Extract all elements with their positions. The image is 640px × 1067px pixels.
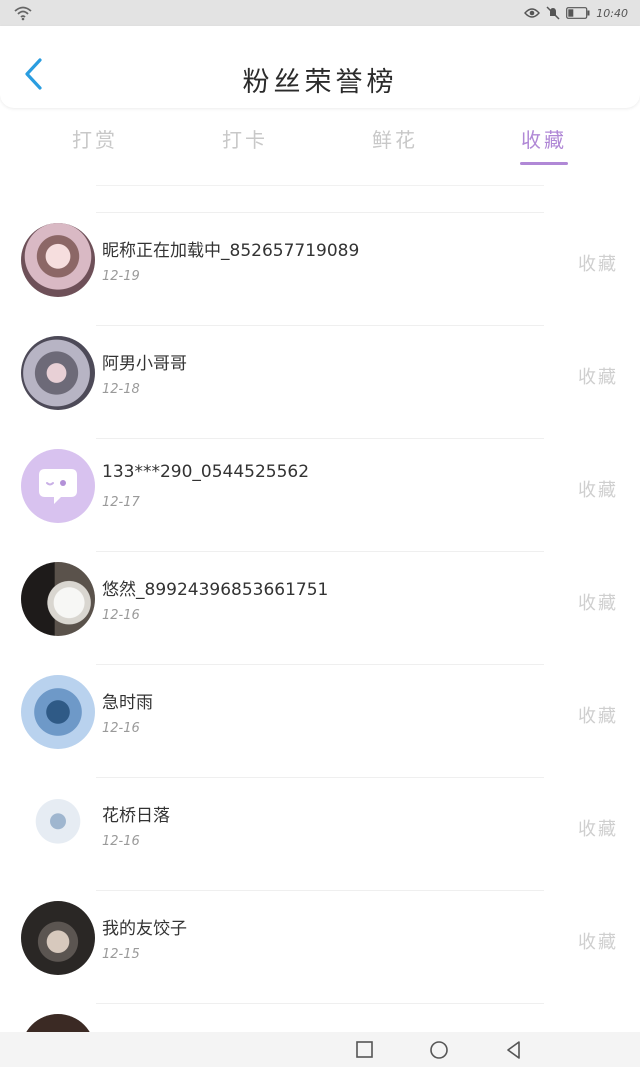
divider [96, 1003, 544, 1004]
status-bar: 10:40 [0, 0, 640, 26]
divider [96, 438, 544, 439]
wifi-icon [14, 6, 32, 21]
tab-favorites[interactable]: 收藏 [499, 124, 589, 153]
mute-bell-icon [546, 6, 560, 20]
fan-name: 我的友饺子 [102, 919, 187, 939]
fan-name: 悠然_89924396853661751 [102, 580, 329, 600]
back-icon[interactable] [503, 1039, 525, 1061]
chat-bubble-avatar [21, 449, 95, 523]
list-item[interactable]: 我的友饺子 12-15 收藏 [0, 890, 640, 1003]
divider [96, 890, 544, 891]
divider [96, 551, 544, 552]
fan-date: 12-16 [102, 608, 140, 623]
chat-bubble-icon [39, 469, 77, 504]
fan-date: 12-17 [102, 495, 140, 510]
list-item[interactable]: 昵称正在加载中_852657719089 12-19 收藏 [0, 212, 640, 325]
list-item[interactable]: 阿男小哥哥 12-18 收藏 [0, 325, 640, 438]
fan-name: 急时雨 [102, 693, 153, 713]
list-item[interactable]: 花桥日落 12-16 收藏 [0, 777, 640, 890]
tab-reward[interactable]: 打赏 [50, 124, 140, 153]
divider [96, 212, 544, 213]
fan-name: 花桥日落 [102, 806, 170, 826]
fan-date: 12-16 [102, 721, 140, 736]
favorite-label[interactable]: 收藏 [578, 589, 618, 615]
fan-date: 12-15 [102, 947, 140, 962]
clock-time: 10:40 [596, 6, 628, 20]
favorite-label[interactable]: 收藏 [578, 476, 618, 502]
tab-checkin[interactable]: 打卡 [200, 124, 290, 153]
divider [96, 777, 544, 778]
anime-girl-avatar [21, 223, 95, 297]
favorite-label[interactable]: 收藏 [578, 363, 618, 389]
divider [96, 664, 544, 665]
fan-name: 阿男小哥哥 [102, 354, 187, 374]
illustration-avatar [21, 788, 95, 862]
system-nav-bar [0, 1032, 640, 1067]
header: 粉丝荣誉榜 [0, 26, 640, 108]
person-photo-avatar [21, 901, 95, 975]
divider [96, 185, 544, 186]
favorite-label[interactable]: 收藏 [578, 250, 618, 276]
page-title: 粉丝荣誉榜 [242, 67, 398, 98]
fan-date: 12-18 [102, 382, 140, 397]
anime-character-avatar [21, 336, 95, 410]
fan-date: 12-19 [102, 269, 140, 284]
dog-photo-avatar [21, 562, 95, 636]
list-item[interactable]: 急时雨 12-16 收藏 [0, 664, 640, 777]
home-icon[interactable] [428, 1039, 450, 1061]
favorite-label[interactable]: 收藏 [578, 702, 618, 728]
tab-flowers[interactable]: 鲜花 [350, 124, 440, 153]
fan-name: 昵称正在加载中_852657719089 [102, 241, 360, 261]
battery-icon [566, 7, 590, 19]
active-tab-indicator [520, 162, 568, 165]
favorite-label[interactable]: 收藏 [578, 815, 618, 841]
recent-apps-icon[interactable] [354, 1039, 376, 1061]
fan-name: 133***290_0544525562 [102, 462, 310, 482]
divider [96, 325, 544, 326]
eye-icon [524, 8, 541, 18]
list-item[interactable]: 悠然_89924396853661751 12-16 收藏 [0, 551, 640, 664]
fan-date: 12-16 [102, 834, 140, 849]
flowers-photo-avatar [21, 675, 95, 749]
tab-bar: 打赏 打卡 鲜花 收藏 [0, 118, 640, 172]
favorite-label[interactable]: 收藏 [578, 928, 618, 954]
fan-list: 昵称正在加载中_852657719089 12-19 收藏 阿男小哥哥 12-1… [0, 212, 640, 1067]
list-item[interactable]: 133***290_0544525562 12-17 收藏 [0, 438, 640, 551]
screen: 10:40 粉丝荣誉榜 打赏 打卡 鲜花 收藏 昵称正在加载中_85265771… [0, 0, 640, 1067]
